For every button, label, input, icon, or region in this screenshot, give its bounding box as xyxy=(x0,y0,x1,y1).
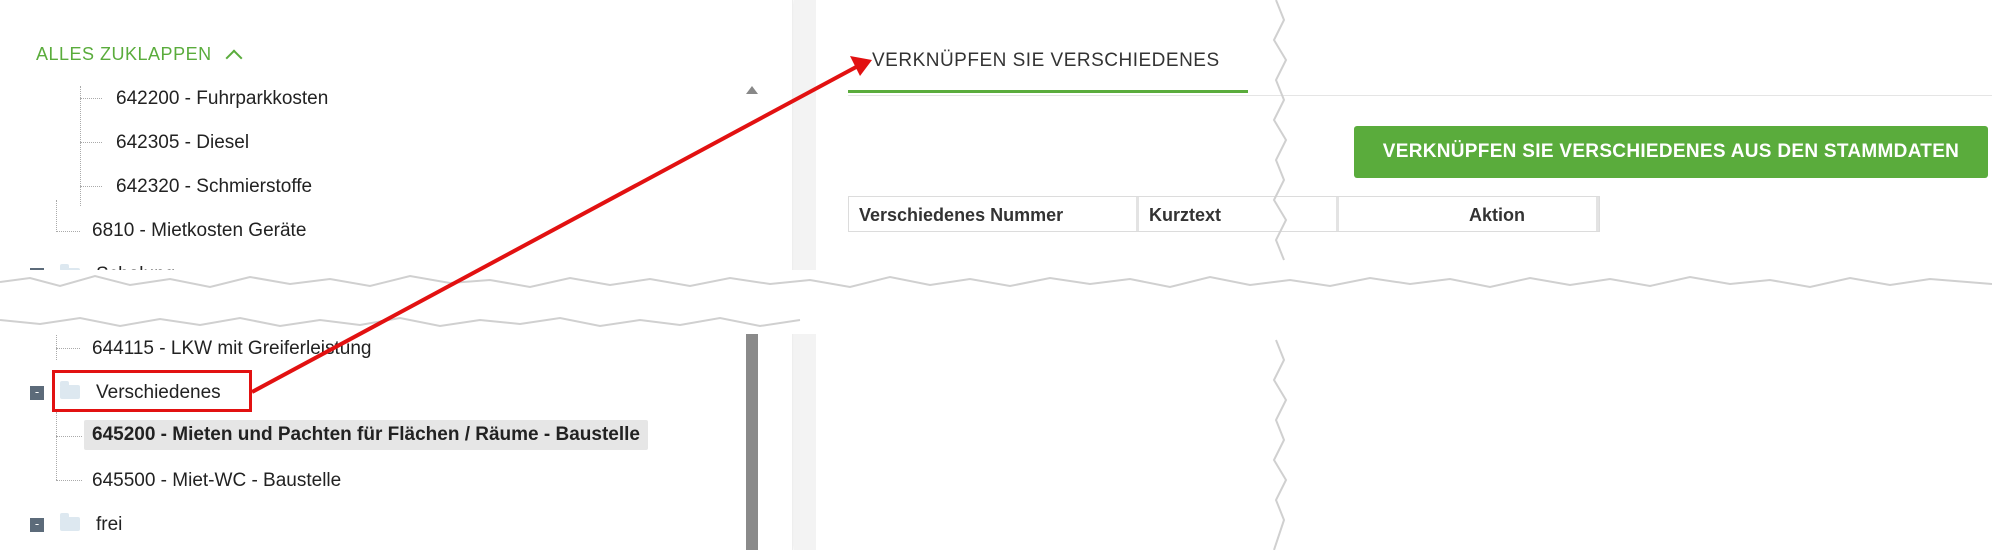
tree-connector xyxy=(56,480,82,481)
folder-icon xyxy=(60,513,80,531)
tree-connector xyxy=(56,348,80,349)
collapse-all-button[interactable]: ALLES ZUKLAPPEN xyxy=(36,44,243,66)
scroll-up-arrow-icon[interactable] xyxy=(746,86,758,94)
collapse-toggle-icon[interactable]: - xyxy=(30,386,44,400)
active-tab-indicator xyxy=(848,90,1248,93)
column-header-nummer[interactable]: Verschiedenes Nummer xyxy=(849,197,1139,231)
tree-connector xyxy=(56,231,80,232)
column-header-aktion[interactable]: Aktion xyxy=(1459,197,1599,231)
scrollbar-thumb[interactable] xyxy=(746,330,758,550)
tree-item-644115[interactable]: 644115 - LKW mit Greiferleistung xyxy=(92,338,372,360)
tree-connector xyxy=(80,186,102,187)
tree-connector xyxy=(80,98,102,99)
grid-header: Verschiedenes Nummer Kurztext Aktion xyxy=(848,196,1600,232)
tree-connector xyxy=(56,330,57,360)
collapse-all-label: ALLES ZUKLAPPEN xyxy=(36,44,212,64)
tree-item-645500[interactable]: 645500 - Miet-WC - Baustelle xyxy=(92,470,341,492)
tree-connector xyxy=(56,412,57,480)
tree-connector xyxy=(56,200,57,232)
tree-item-645200-selected[interactable]: 645200 - Mieten und Pachten für Flächen … xyxy=(84,420,648,450)
tree-item-642305[interactable]: 642305 - Diesel xyxy=(116,132,249,154)
torn-cut-band xyxy=(0,270,1992,334)
column-header-kurztext[interactable]: Kurztext xyxy=(1139,197,1339,231)
tree-folder-frei[interactable]: frei xyxy=(96,514,122,536)
tree-item-6810[interactable]: 6810 - Mietkosten Geräte xyxy=(92,220,306,242)
tree-item-642320[interactable]: 642320 - Schmierstoffe xyxy=(116,176,312,198)
tree-item-642200[interactable]: 642200 - Fuhrparkkosten xyxy=(116,88,328,110)
tab-verknuepfen[interactable]: VERKNÜPFEN SIE VERSCHIEDENES xyxy=(872,50,1220,72)
tree-connector xyxy=(56,436,82,437)
annotation-highlight-box xyxy=(52,370,252,412)
tree-connector xyxy=(80,86,81,206)
link-from-master-data-button[interactable]: VERKNÜPFEN SIE VERSCHIEDENES AUS DEN STA… xyxy=(1354,126,1988,178)
collapse-toggle-icon[interactable]: - xyxy=(30,518,44,532)
tabs-divider xyxy=(848,95,1992,96)
tree-connector xyxy=(80,142,102,143)
chevron-up-icon xyxy=(225,49,243,66)
